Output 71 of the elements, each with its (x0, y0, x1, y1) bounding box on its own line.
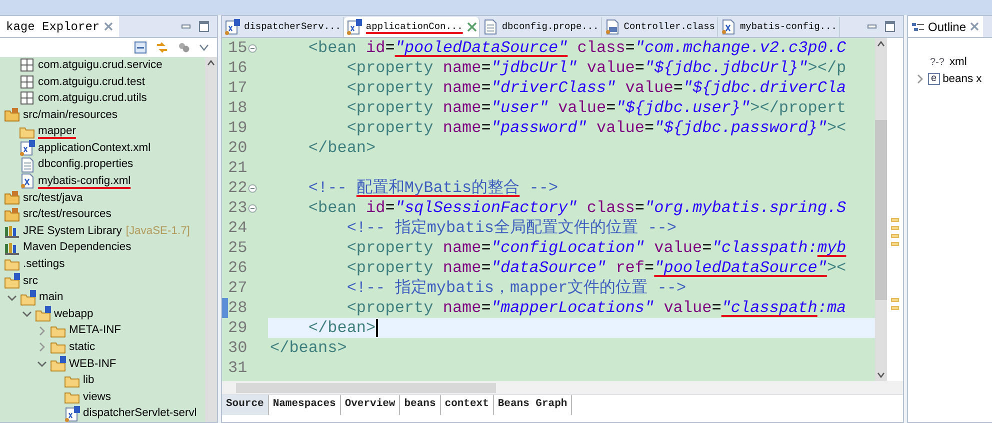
tree-item[interactable]: static (0, 339, 205, 356)
element-icon: e (928, 72, 940, 85)
code-line: <property name="password" value="${jdbc.password}">< (346, 118, 848, 138)
code-line: <property name="user" value="${jdbc.user}"></propert (346, 98, 848, 118)
code-line: </bean> (307, 138, 377, 158)
line-number: 31 (228, 358, 248, 378)
code-line: </beans> (269, 338, 348, 358)
editor-page-tab[interactable]: Namespaces (268, 395, 341, 415)
editor-tab[interactable]: mybatis-config... (718, 17, 840, 37)
tree-item[interactable]: src/test/java (0, 190, 205, 206)
code-line: <!-- 指定mybatis，mapper文件的位置 --> (346, 278, 688, 298)
line-number: 18 (228, 98, 248, 118)
editor-tab[interactable]: dbconfig.prope... (480, 17, 602, 37)
code-line: <!-- 配置和MyBatis的整合 --> (307, 178, 560, 198)
editor-tab[interactable]: Controller.class (602, 17, 718, 37)
tree-item[interactable]: applicationContext.xml (0, 140, 205, 157)
tree-item[interactable]: .settings (0, 256, 205, 273)
tree-item[interactable]: webapp (0, 306, 205, 322)
line-number: 28 (228, 298, 248, 318)
tree-item[interactable]: JRE System Library [JavaSE-1.7] (0, 222, 205, 240)
tree-item[interactable]: lib (0, 372, 205, 389)
tree-item[interactable]: src/test/resources (0, 206, 205, 223)
library-version: [JavaSE-1.7] (124, 224, 190, 239)
line-number: 24 (228, 218, 248, 238)
tree-item[interactable]: WEB-INF (0, 356, 205, 372)
code-line: <bean id="sqlSessionFactory" class="org.mybatis.spring.S (307, 198, 848, 218)
editor-tab[interactable]: dispatcherServ... (222, 17, 344, 37)
line-number: 16 (228, 58, 248, 78)
tree-item[interactable]: views (0, 388, 205, 406)
tree-item[interactable]: src (0, 272, 205, 290)
code-line: <property name="dataSource" ref="pooledDataSource">< (346, 258, 848, 278)
editor-page-tab[interactable]: context (440, 395, 494, 415)
line-number: 29 (228, 318, 248, 338)
outline-tab[interactable]: Outline (908, 16, 984, 37)
editor-page-tab[interactable]: Beans Graph (494, 395, 572, 415)
line-number: 17 (228, 78, 248, 98)
line-number: 27 (228, 278, 248, 298)
line-number: 25 (228, 238, 248, 258)
tree-item[interactable]: main (0, 289, 205, 306)
tree-item[interactable]: META-INF (0, 322, 205, 340)
tree-item[interactable]: dbconfig.properties (0, 156, 205, 174)
tree-item[interactable]: src/main/resources (0, 106, 205, 124)
tree-item[interactable]: Maven Dependencies (0, 240, 205, 256)
tree-item[interactable]: dispatcherServlet-servl (0, 405, 205, 422)
tree-item[interactable]: com.atguigu.crud.utils (0, 90, 205, 107)
line-number: 21 (228, 158, 248, 178)
line-number: 30 (228, 338, 248, 358)
declaration-icon: ?-? (928, 54, 946, 70)
editor-page-tab[interactable]: beans (400, 395, 441, 415)
editor-tab[interactable]: applicationCon... (344, 17, 480, 37)
code-line: <property name="mapperLocations" value="classpath:ma (346, 298, 848, 318)
tree-item[interactable]: com.atguigu.crud.service (0, 57, 205, 74)
tree-item[interactable]: com.atguigu.crud.test (0, 74, 205, 90)
line-number: 15 (228, 38, 248, 58)
code-line: <!-- 指定mybatis全局配置文件的位置 --> (346, 218, 678, 238)
line-number: 23 (228, 198, 248, 218)
outline-item[interactable]: e beans x (912, 70, 992, 88)
package-explorer-tab[interactable]: kage Explorer (0, 16, 119, 37)
editor-page-tab[interactable]: Source (222, 395, 269, 415)
line-number: 20 (228, 138, 248, 158)
tree-item[interactable]: mybatis-config.xml (0, 173, 205, 190)
line-number: 22 (228, 178, 248, 198)
code-line: <bean id="pooledDataSource" class="com.mchange.v2.c3p0.C (307, 38, 848, 58)
code-line: <property name="configLocation" value="classpath:myb (346, 238, 848, 258)
line-number: 26 (228, 258, 248, 278)
editor-page-tab[interactable]: Overview (340, 395, 400, 415)
tree-item[interactable]: mapper (0, 123, 205, 140)
outline-item[interactable]: ?-? xml (912, 54, 992, 71)
code-line: <property name="jdbcUrl" value="${jdbc.jdbcUrl}"></p (346, 58, 848, 78)
code-line: <property name="driverClass" value="${jdbc.driverCla (346, 78, 848, 98)
line-number: 19 (228, 118, 248, 138)
